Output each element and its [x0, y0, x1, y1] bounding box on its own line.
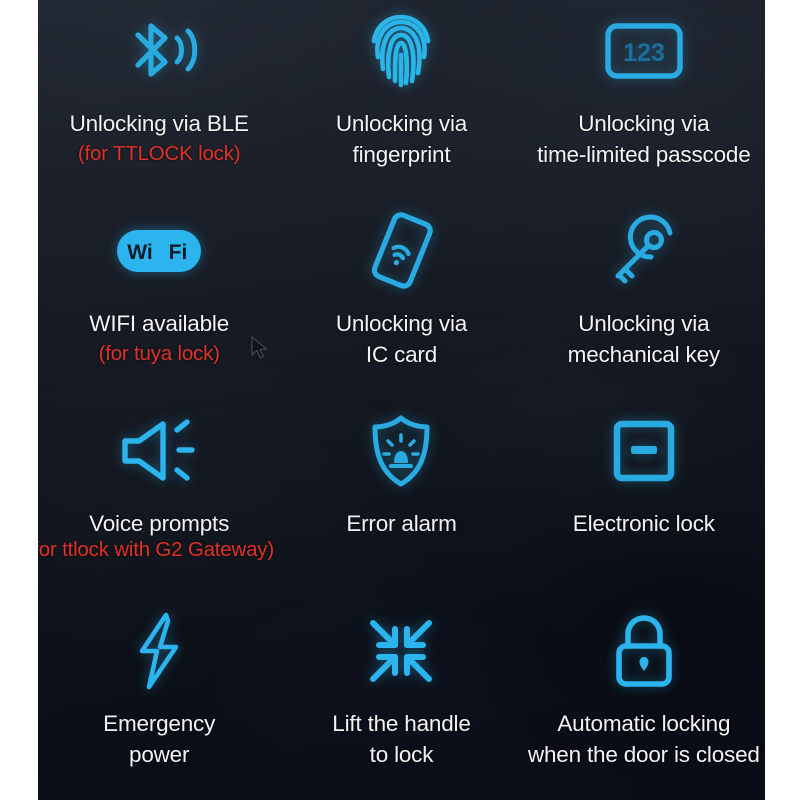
feature-label: Unlocking via time-limited passcode	[537, 111, 751, 167]
passcode-123-icon: 123	[604, 8, 684, 94]
feature-tile-mechanical-key[interactable]: Unlocking via mechanical key	[523, 200, 765, 400]
bluetooth-signal-icon	[120, 8, 198, 94]
feature-tile-fingerprint[interactable]: Unlocking via fingerprint	[280, 0, 522, 200]
feature-tile-ic-card[interactable]: Unlocking via IC card	[280, 200, 522, 400]
feature-tile-voice-prompts[interactable]: Voice prompts (only for ttlock with G2 G…	[38, 400, 280, 600]
feature-label: WIFI available	[89, 311, 230, 336]
feature-tile-ble[interactable]: Unlocking via BLE (for TTLOCK lock)	[38, 0, 280, 200]
shield-alarm-icon	[368, 408, 434, 494]
feature-label: Emergency power	[103, 711, 216, 767]
feature-tile-error-alarm[interactable]: Error alarm	[280, 400, 522, 600]
mechanical-key-icon	[606, 208, 682, 294]
feature-label: Automatic locking when the door is close…	[527, 711, 760, 767]
feature-tile-passcode[interactable]: 123 Unlocking via time-limited passcode	[523, 0, 765, 200]
svg-text:Fi: Fi	[169, 241, 188, 264]
feature-tile-electronic-lock[interactable]: Electronic lock	[523, 400, 765, 600]
feature-tile-automatic-locking[interactable]: Automatic locking when the door is close…	[523, 600, 765, 800]
fingerprint-icon	[368, 8, 434, 94]
feature-sublabel: (for tuya lock)	[98, 342, 220, 365]
converging-arrows-icon	[366, 608, 436, 694]
feature-label: Unlocking via mechanical key	[567, 311, 720, 367]
feature-tile-lift-handle[interactable]: Lift the handle to lock	[280, 600, 522, 800]
feature-tile-emergency-power[interactable]: Emergency power	[38, 600, 280, 800]
feature-label: Lift the handle to lock	[332, 711, 471, 767]
wifi-badge-icon: Wi Fi	[114, 208, 204, 294]
feature-sublabel: (for TTLOCK lock)	[77, 142, 241, 165]
feature-tile-wifi[interactable]: Wi Fi WIFI available (for tuya lock)	[38, 200, 280, 400]
feature-label: Unlocking via BLE	[69, 111, 249, 136]
feature-label: Voice prompts	[89, 511, 230, 536]
feature-panel: Unlocking via BLE (for TTLOCK lock) Unlo…	[38, 0, 765, 800]
svg-text:Wi: Wi	[127, 241, 152, 264]
feature-label: Unlocking via fingerprint	[335, 111, 468, 167]
svg-text:123: 123	[623, 39, 665, 67]
feature-label: Error alarm	[346, 511, 457, 536]
feature-grid: Unlocking via BLE (for TTLOCK lock) Unlo…	[38, 0, 765, 800]
speaker-volume-icon	[117, 408, 201, 494]
ic-card-icon	[362, 208, 440, 294]
feature-label: Unlocking via IC card	[335, 311, 468, 367]
lightning-bolt-icon	[132, 608, 186, 694]
padlock-closed-icon	[612, 608, 676, 694]
feature-label: Electronic lock	[572, 511, 715, 536]
electronic-lock-icon	[613, 408, 675, 494]
